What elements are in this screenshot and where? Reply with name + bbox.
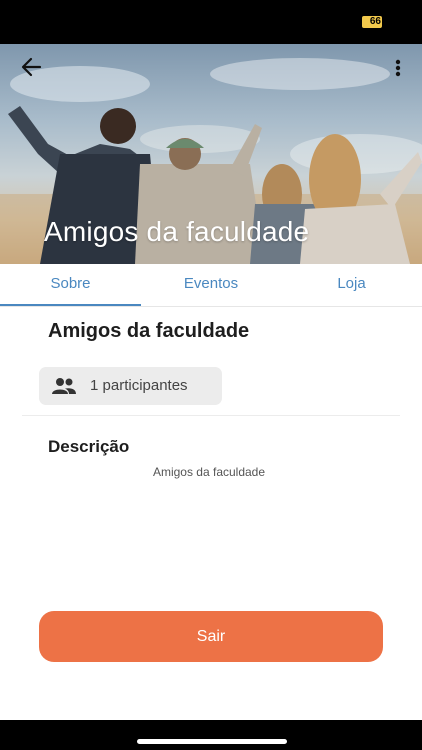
tab-bar: Sobre Eventos Loja <box>0 264 422 307</box>
cover-title: Amigos da faculdade <box>44 216 310 247</box>
status-bar: 66 <box>0 0 422 44</box>
more-vertical-icon <box>395 59 401 77</box>
more-options-button[interactable] <box>390 56 406 80</box>
group-name: Amigos da faculdade <box>48 320 250 342</box>
participants-count: 1 participantes <box>90 377 188 394</box>
people-icon <box>52 378 76 394</box>
back-button[interactable] <box>16 54 46 80</box>
active-tab-indicator <box>0 304 141 306</box>
description-text: Amigos da faculdade <box>152 465 266 479</box>
group-cover-photo: Amigos da faculdade <box>0 44 422 264</box>
battery-indicator: 66 <box>362 16 382 28</box>
arrow-left-icon <box>21 57 42 77</box>
description-heading: Descrição <box>48 437 130 456</box>
section-divider <box>22 415 400 416</box>
exit-group-button[interactable]: Sair <box>39 611 383 662</box>
home-indicator[interactable] <box>137 739 287 744</box>
tab-eventos[interactable]: Eventos <box>141 264 281 304</box>
tab-loja[interactable]: Loja <box>281 264 422 304</box>
participants-chip[interactable]: 1 participantes <box>39 367 222 405</box>
group-screen: Amigos da faculdade Sobre Eventos Loja A… <box>0 44 422 720</box>
home-indicator-area <box>0 720 422 750</box>
tab-sobre[interactable]: Sobre <box>0 264 141 304</box>
